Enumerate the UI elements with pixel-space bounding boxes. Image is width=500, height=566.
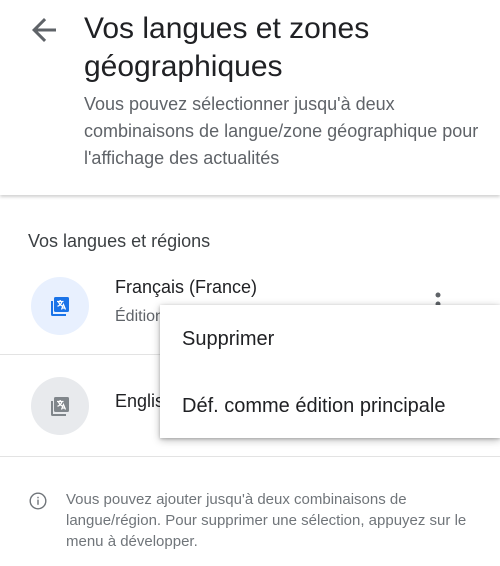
info-icon	[29, 492, 47, 510]
menu-item-label: Déf. comme édition principale	[182, 395, 446, 417]
translate-icon	[51, 397, 69, 416]
overflow-menu: Supprimer Déf. comme édition principale	[160, 305, 500, 438]
menu-item-delete[interactable]: Supprimer	[160, 308, 500, 370]
language-name: Français (France)	[115, 277, 258, 297]
back-button[interactable]	[26, 12, 62, 48]
language-avatar	[31, 277, 89, 335]
language-edition: Édition	[115, 308, 164, 325]
row-divider	[0, 456, 500, 457]
page-title: Vos langues et zones géographiques	[84, 12, 370, 83]
translate-icon	[51, 297, 69, 316]
page-subtitle: Vous pouvez sélectionner jusqu'à deux co…	[84, 94, 479, 168]
menu-item-set-primary[interactable]: Déf. comme édition principale	[160, 375, 500, 437]
language-avatar	[31, 377, 89, 435]
info-text: Vous pouvez ajouter jusqu'à deux combina…	[66, 491, 467, 550]
menu-item-label: Supprimer	[182, 328, 275, 350]
section-title: Vos langues et régions	[28, 231, 211, 251]
language-name: Englis	[115, 391, 165, 411]
arrow-back-icon	[32, 18, 56, 42]
app-header: Vos langues et zones géographiques Vous …	[0, 0, 500, 195]
